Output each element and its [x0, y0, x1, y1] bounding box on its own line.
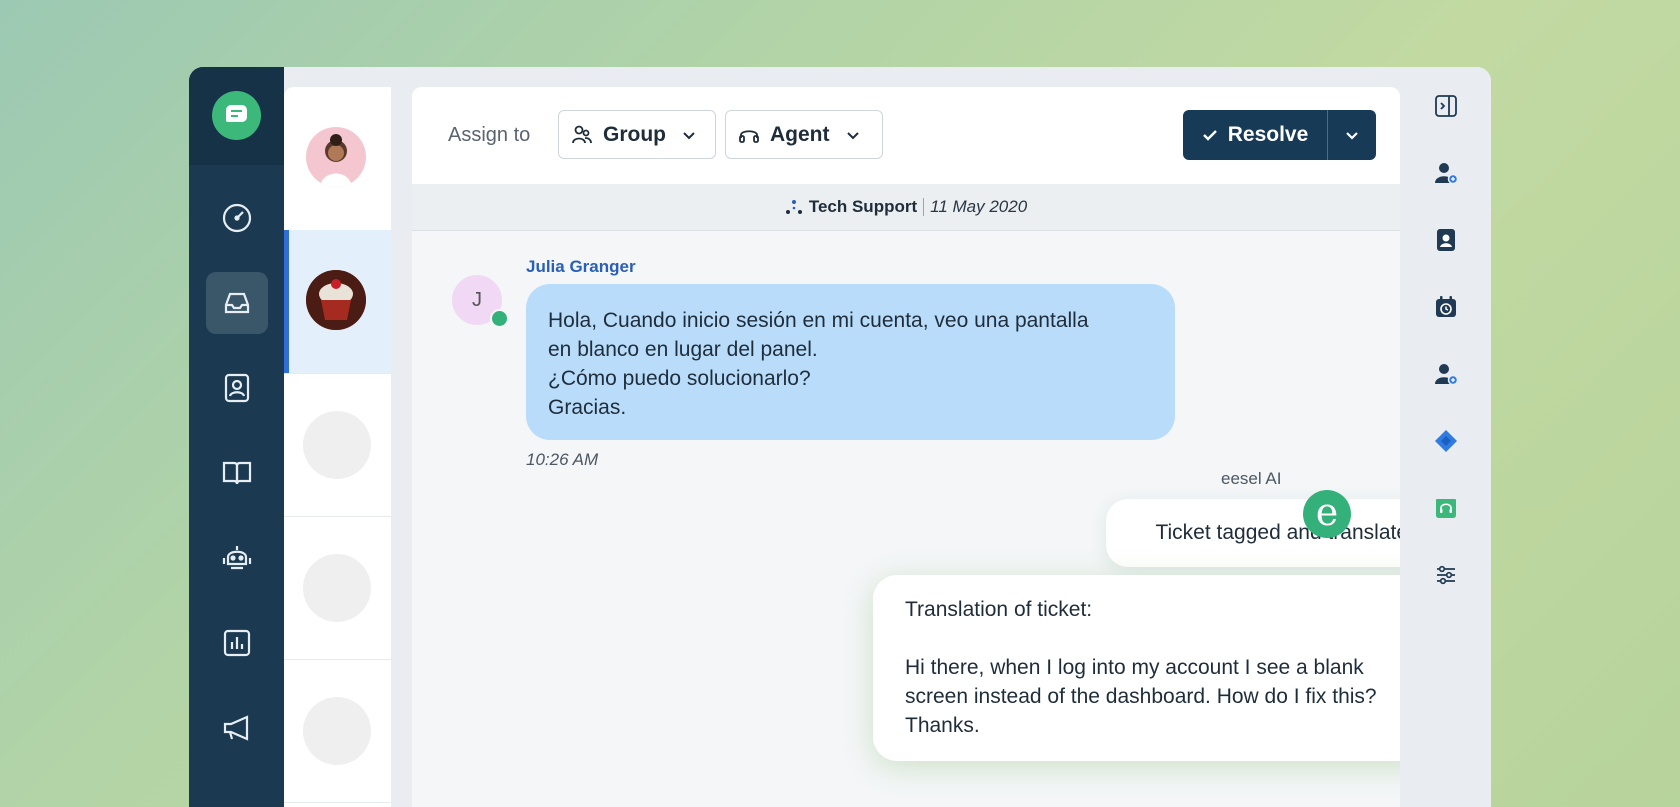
message-line: Thanks. [905, 714, 980, 737]
team-icon [785, 200, 802, 214]
agent-label: Agent [770, 122, 830, 146]
nav-inbox[interactable] [206, 272, 268, 334]
message-line: Gracias. [548, 396, 627, 419]
ticket-date: 11 May 2020 [930, 197, 1028, 216]
chevron-down-icon [846, 131, 859, 139]
divider [923, 198, 925, 216]
contact-card-icon [1437, 229, 1455, 251]
reports-icon [223, 629, 251, 657]
add-user-icon [1435, 364, 1458, 386]
group-dropdown[interactable]: Group [558, 110, 716, 159]
ticket-toolbar: Assign to Group Agent Resolve [412, 87, 1400, 184]
check-icon [1202, 130, 1217, 141]
app-logo-icon[interactable] [212, 91, 261, 140]
group-name: Tech Support [808, 197, 918, 216]
assign-user-icon [1435, 163, 1458, 185]
rail-settings[interactable] [1433, 562, 1459, 588]
rail-contact-card[interactable] [1433, 227, 1459, 253]
rail-support[interactable] [1433, 495, 1459, 521]
jira-icon [1435, 430, 1457, 452]
agent-dropdown[interactable]: Agent [725, 110, 883, 159]
conversation-item[interactable] [284, 516, 391, 660]
customer-message: Hola, Cuando inicio sesión en mi cuenta,… [526, 284, 1175, 440]
contacts-icon [224, 373, 250, 403]
collapse-panel-icon [1435, 95, 1457, 117]
resolve-split-button: Resolve [1183, 110, 1376, 160]
nav-campaigns[interactable] [206, 697, 268, 759]
message-time: 10:26 AM [526, 450, 599, 469]
inbox-icon [224, 292, 250, 314]
group-icon [572, 125, 592, 143]
nav-contacts[interactable] [206, 357, 268, 419]
nav-knowledge-base[interactable] [206, 442, 268, 504]
rail-add-user[interactable] [1433, 361, 1459, 387]
ai-translation-message: Translation of ticket: Hi there, when I … [873, 575, 1400, 761]
resolve-button[interactable]: Resolve [1183, 110, 1327, 160]
avatar [306, 127, 366, 187]
schedule-icon [1436, 296, 1456, 317]
ai-avatar: e [1303, 490, 1351, 538]
message-line: Hola, Cuando inicio sesión en mi cuenta,… [548, 309, 1089, 332]
conversation-item[interactable] [284, 373, 391, 517]
online-status-icon [490, 309, 509, 328]
message-line: screen instead of the dashboard. How do … [905, 685, 1377, 708]
avatar [306, 270, 366, 330]
avatar [303, 411, 371, 479]
chevron-down-icon [683, 131, 695, 139]
conversation-item[interactable] [284, 659, 391, 803]
conversation-panel: Assign to Group Agent Resolve Tech Suppo… [412, 87, 1400, 807]
message-line: ¿Cómo puedo solucionarlo? [548, 367, 811, 390]
settings-sliders-icon [1437, 565, 1455, 585]
bot-icon [222, 546, 252, 570]
message-line: Translation of ticket: [905, 598, 1093, 621]
campaigns-icon [223, 715, 249, 741]
message-line [905, 624, 1400, 653]
nav-dashboard[interactable] [206, 187, 268, 249]
rail-collapse[interactable] [1433, 93, 1459, 119]
app-window: Assign to Group Agent Resolve Tech Suppo… [189, 67, 1491, 807]
resolve-label: Resolve [1227, 123, 1309, 146]
ticket-info-bar: Tech Support 11 May 2020 [412, 184, 1400, 231]
support-headset-icon [1436, 499, 1456, 518]
conversation-item[interactable] [284, 230, 391, 374]
headset-icon [739, 129, 759, 143]
chevron-down-icon [1346, 132, 1358, 140]
group-label: Group [603, 122, 666, 146]
avatar [303, 554, 371, 622]
ai-avatar-letter: e [1315, 490, 1339, 534]
nav-bots[interactable] [206, 527, 268, 589]
rail-schedule[interactable] [1433, 294, 1459, 320]
knowledge-base-icon [222, 461, 252, 485]
customer-name[interactable]: Julia Granger [526, 257, 636, 277]
assign-to-label: Assign to [448, 124, 531, 146]
resolve-options-button[interactable] [1328, 110, 1376, 160]
message-line: en blanco en lugar del panel. [548, 338, 818, 361]
rail-jira[interactable] [1433, 428, 1459, 454]
conversation-list [284, 87, 391, 807]
message-line: Hi there, when I log into my account I s… [905, 656, 1364, 679]
right-rail [1400, 67, 1491, 807]
ai-sender-name: eesel AI [1221, 469, 1282, 488]
nav-reports[interactable] [206, 612, 268, 674]
conversation-item[interactable] [284, 87, 391, 231]
nav-logo-area [189, 67, 284, 165]
rail-assign-user[interactable] [1433, 160, 1459, 186]
avatar [303, 697, 371, 765]
left-nav [189, 67, 284, 807]
ai-status-message: Ticket tagged and translated. [1106, 499, 1400, 567]
dashboard-icon [222, 203, 252, 233]
